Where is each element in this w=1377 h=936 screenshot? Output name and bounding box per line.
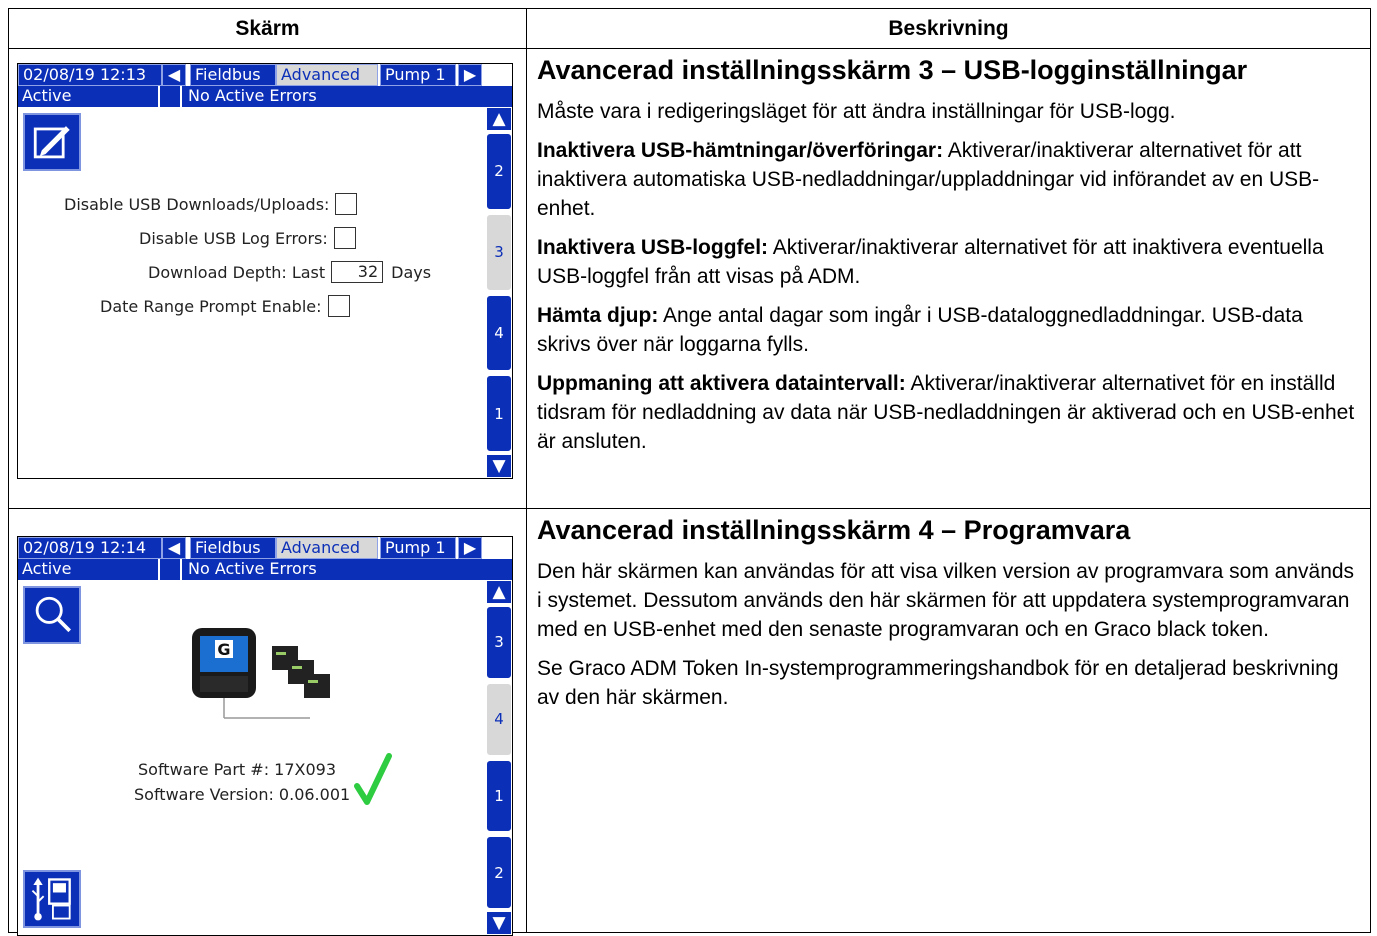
svg-text:G: G <box>217 640 230 659</box>
status-text: Active <box>18 559 160 580</box>
disable-log-errors-checkbox[interactable] <box>333 227 356 249</box>
tab-pump-1[interactable]: Pump 1 <box>380 64 456 86</box>
description-paragraph: Den här skärmen kan användas för att vis… <box>537 560 1355 641</box>
description-item: Inaktivera USB-hämtningar/överföringar: … <box>537 136 1358 223</box>
page-button[interactable]: 3 <box>486 606 512 679</box>
adm-screen-usb-log: 02/08/19 12:13 ◀ Fieldbus Advanced Pump … <box>17 63 513 479</box>
section-title: Avancerad inställningsskärm 3 – USB-logg… <box>537 55 1248 85</box>
description-item: Hämta djup: Ange antal dagar som ingår i… <box>537 301 1358 359</box>
tab-pump-1[interactable]: Pump 1 <box>380 537 456 559</box>
status-divider <box>160 559 182 580</box>
tab-fieldbus[interactable]: Fieldbus <box>190 537 276 559</box>
usb-transfer-icon[interactable] <box>23 870 81 928</box>
term: Inaktivera USB-loggfel: <box>537 236 769 259</box>
page-button-selected[interactable]: 3 <box>486 213 512 291</box>
right-arrow-icon[interactable]: ▶ <box>458 537 482 559</box>
screen-body: Disable USB Downloads/Uploads: Disable U… <box>18 107 512 478</box>
tab-advanced[interactable]: Advanced <box>276 537 378 559</box>
date-range-checkbox[interactable] <box>327 295 350 317</box>
disable-log-errors-label: Disable USB Log Errors: <box>139 228 328 248</box>
screen-body: G Software Part #: 17X093 Software Versi… <box>18 580 512 935</box>
intro-text: Måste vara i redigeringsläget för att än… <box>537 100 1176 123</box>
header-description: Beskrivning <box>888 16 1009 40</box>
date-range-label: Date Range Prompt Enable: <box>100 296 322 316</box>
download-depth-unit: Days <box>391 262 432 282</box>
top-bar: 02/08/19 12:14 ◀ Fieldbus Advanced Pump … <box>18 537 512 559</box>
description-cell: Avancerad inställningsskärm 4 – Programv… <box>527 509 1370 932</box>
term: Uppmaning att aktivera dataintervall: <box>537 372 906 395</box>
status-text: Active <box>18 86 160 107</box>
table-header-row: Skärm Beskrivning <box>9 9 1370 49</box>
disable-usb-setting: Disable USB Downloads/Uploads: <box>64 193 358 215</box>
document-table: Skärm Beskrivning 02/08/19 12:13 ◀ Field… <box>8 8 1371 936</box>
page-button[interactable]: 2 <box>486 133 512 210</box>
description-cell: Avancerad inställningsskärm 3 – USB-logg… <box>527 49 1370 508</box>
description-paragraph: Se Graco ADM Token In-systemprogrammerin… <box>537 657 1339 709</box>
screen-cell: 02/08/19 12:14 ◀ Fieldbus Advanced Pump … <box>9 509 527 936</box>
page-button-selected[interactable]: 4 <box>486 682 512 756</box>
error-text: No Active Errors <box>188 86 317 105</box>
tab-fieldbus[interactable]: Fieldbus <box>190 64 276 86</box>
download-depth-setting: Download Depth: Last 32 Days <box>148 261 431 283</box>
description-item: Inaktivera USB-loggfel: Aktiverar/inakti… <box>537 233 1358 291</box>
page-up-icon[interactable]: ▲ <box>486 580 512 604</box>
table-row: 02/08/19 12:13 ◀ Fieldbus Advanced Pump … <box>9 49 1370 509</box>
datetime-display: 02/08/19 12:13 <box>18 64 162 86</box>
adm-screen-software: 02/08/19 12:14 ◀ Fieldbus Advanced Pump … <box>17 536 513 936</box>
status-bar: Active No Active Errors <box>18 86 512 107</box>
edit-mode-icon[interactable] <box>23 113 81 171</box>
magnifier-icon[interactable] <box>23 586 81 644</box>
term: Hämta djup: <box>537 304 659 327</box>
term: Inaktivera USB-hämtningar/överföringar: <box>537 139 944 162</box>
right-arrow-icon[interactable]: ▶ <box>458 64 482 86</box>
software-part-number: Software Part #: 17X093 <box>138 760 337 779</box>
page-button[interactable]: 1 <box>486 375 512 452</box>
table-row: 02/08/19 12:14 ◀ Fieldbus Advanced Pump … <box>9 509 1370 936</box>
checkmark-icon <box>353 752 393 808</box>
page-button[interactable]: 4 <box>486 294 512 372</box>
top-bar: 02/08/19 12:13 ◀ Fieldbus Advanced Pump … <box>18 64 512 86</box>
page-button[interactable]: 2 <box>486 836 512 909</box>
download-depth-input[interactable]: 32 <box>331 261 384 283</box>
software-version: Software Version: 0.06.001 <box>134 785 351 804</box>
page-up-icon[interactable]: ▲ <box>486 107 512 131</box>
adm-device-icon: G <box>190 626 350 736</box>
download-depth-label: Download Depth: Last <box>148 262 326 282</box>
page-sidebar: ▲ 2 3 4 1 ▼ <box>486 107 512 478</box>
disable-usb-label: Disable USB Downloads/Uploads: <box>64 194 330 214</box>
datetime-display: 02/08/19 12:14 <box>18 537 162 559</box>
disable-log-errors-setting: Disable USB Log Errors: <box>139 227 356 249</box>
page-down-icon[interactable]: ▼ <box>486 911 512 935</box>
section-title: Avancerad inställningsskärm 4 – Programv… <box>537 515 1131 545</box>
page-sidebar: ▲ 3 4 1 2 ▼ <box>486 580 512 935</box>
status-divider <box>160 86 182 107</box>
disable-usb-checkbox[interactable] <box>335 193 358 215</box>
page-button[interactable]: 1 <box>486 759 512 833</box>
left-arrow-icon[interactable]: ◀ <box>162 537 186 559</box>
left-arrow-icon[interactable]: ◀ <box>162 64 186 86</box>
error-text: No Active Errors <box>188 559 317 578</box>
screen-cell: 02/08/19 12:13 ◀ Fieldbus Advanced Pump … <box>9 49 527 508</box>
header-screen: Skärm <box>9 9 527 48</box>
status-bar: Active No Active Errors <box>18 559 512 580</box>
page-down-icon[interactable]: ▼ <box>486 454 512 478</box>
date-range-setting: Date Range Prompt Enable: <box>100 295 350 317</box>
description-item: Uppmaning att aktivera dataintervall: Ak… <box>537 369 1358 456</box>
tab-advanced[interactable]: Advanced <box>276 64 378 86</box>
